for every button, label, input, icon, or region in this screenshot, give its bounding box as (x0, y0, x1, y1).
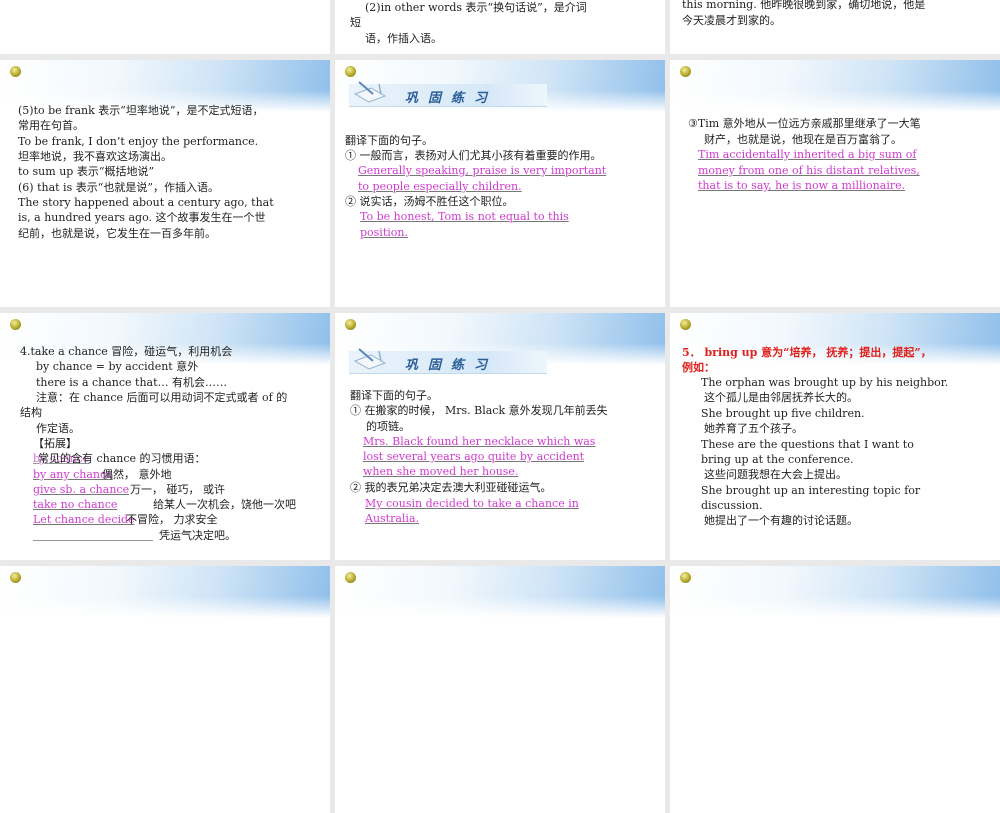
text-line: 【拓展】 (33, 437, 77, 450)
text-line: 常用在句首。 (18, 119, 84, 132)
text-line: 万一， 碰巧， 或许 (130, 483, 225, 496)
text-line: These are the questions that I want to (701, 438, 914, 451)
gold-bullet-icon (680, 66, 691, 77)
text-line: 的项链。 (366, 420, 410, 433)
gold-bullet-icon (680, 572, 691, 583)
answer-line: To be honest, Tom is not equal to this (360, 210, 569, 223)
gold-bullet-icon (345, 572, 356, 583)
text-line: 语，作插入语。 (365, 32, 442, 45)
text-line: 翻译下面的句子。 (345, 134, 433, 147)
gold-bullet-icon (10, 572, 21, 583)
text-line: 结构 (20, 406, 42, 419)
text-line: 今天凌晨才到家的。 (682, 14, 781, 27)
gold-bullet-icon (680, 319, 691, 330)
text-line: discussion. (701, 499, 763, 512)
text-line: ② 说实话，汤姆不胜任这个职位。 (345, 195, 514, 208)
text-line: 纪前，也就是说，它发生在一百多年前。 (18, 227, 216, 240)
text-line: 她提出了一个有趣的讨论话题。 (704, 514, 858, 527)
text-line: 给某人一次机会，饶他一次吧 (153, 498, 296, 511)
text-line: 偶然， 意外地 (102, 468, 172, 481)
blank-line (33, 528, 153, 541)
text-line: 常见的含有 chance 的习惯用语： (38, 452, 206, 465)
text-line: 这些问题我想在大会上提出。 (704, 468, 847, 481)
notebook-pen-icon (353, 81, 387, 103)
answer-line: Australia. (365, 512, 420, 525)
answer-line: take no chance (33, 498, 118, 511)
text-line: 她养育了五个孩子。 (704, 422, 803, 435)
slide-header-gradient (335, 566, 665, 618)
text-line: She brought up five children. (701, 407, 865, 420)
slide-thumbnail-top-1[interactable] (0, 0, 330, 54)
notebook-pen-icon (353, 348, 387, 370)
text-line: 注意：在 chance 后面可以用动词不定式或者 of 的 (36, 391, 288, 404)
text-line: to sum up 表示“概括地说” (18, 165, 155, 178)
text-line: The story happened about a century ago, … (18, 196, 274, 209)
text-line: ② 我的表兄弟决定去澳大利亚碰碰运气。 (350, 481, 552, 494)
heading-line: 5． bring up 意为“培养， 抚养；提出，提起”， (682, 346, 932, 359)
text-line: ③Tim 意外地从一位远方亲戚那里继承了一大笔 (688, 117, 921, 130)
gold-bullet-icon (10, 319, 21, 330)
text-line: 财产，也就是说，他现在是百万富翁了。 (704, 133, 902, 146)
slide-thumbnail-next-1[interactable] (0, 566, 330, 813)
slide-thumbnail-bring-up[interactable]: 5． bring up 意为“培养， 抚养；提出，提起”， 例如： The or… (670, 313, 1000, 560)
slide-thumbnail-next-3[interactable] (670, 566, 1000, 813)
text-line: 4.take a chance 冒险，碰运气，利用机会 (20, 345, 233, 358)
answer-line: My cousin decided to take a chance in (365, 497, 579, 510)
text-line: (6) that is 表示“也就是说”，作插入语。 (18, 181, 219, 194)
slide-header-gradient (670, 60, 1000, 112)
answer-line: Let chance decide (33, 513, 135, 526)
answer-line: position. (360, 226, 408, 239)
slide-thumbnail-frank[interactable]: (5)to be frank 表示“坦率地说”，是不定式短语， 常用在句首。 T… (0, 60, 330, 307)
slide-thumbnail-chance[interactable]: 4.take a chance 冒险，碰运气，利用机会 by chance = … (0, 313, 330, 560)
text-line: (5)to be frank 表示“坦率地说”，是不定式短语， (18, 104, 264, 117)
text-line: bring up at the conference. (701, 453, 854, 466)
text-line: To be frank, I don’t enjoy the performan… (18, 135, 259, 148)
answer-line: money from one of his distant relatives, (698, 164, 920, 177)
slide-header-gradient (0, 566, 330, 618)
banner-title: 巩固练习 (405, 358, 498, 373)
text-line: is, a hundred years ago. 这个故事发生在一个世 (18, 211, 266, 224)
gold-bullet-icon (345, 66, 356, 77)
text-line: (2)in other words 表示“换句话说”，是介词 (365, 1, 587, 14)
slide-header-gradient (670, 566, 1000, 618)
text-line: The orphan was brought up by his neighbo… (701, 376, 949, 389)
heading-line: 例如： (682, 361, 715, 374)
slide-thumbnail-practice-1[interactable]: 巩固练习 翻译下面的句子。 ① 一般而言，表扬对人们尤其小孩有着重要的作用。 G… (335, 60, 665, 307)
gold-bullet-icon (10, 66, 21, 77)
gold-bullet-icon (345, 319, 356, 330)
text-line: 这个孤儿是由邻居抚养长大的。 (704, 391, 858, 404)
slide-thumbnail-next-2[interactable] (335, 566, 665, 813)
text-line: 翻译下面的句子。 (350, 389, 438, 402)
slide-thumbnail-tim[interactable]: ③Tim 意外地从一位远方亲戚那里继承了一大笔 财产，也就是说，他现在是百万富翁… (670, 60, 1000, 307)
answer-line: by any chance (33, 468, 113, 481)
answer-line: Mrs. Black found her necklace which was (363, 435, 596, 448)
answer-line: that is to say, he is now a millionaire. (698, 179, 906, 192)
banner-title: 巩固练习 (405, 91, 498, 106)
answer-line: give sb. a chance (33, 483, 130, 496)
text-line: 凭运气决定吧。 (159, 529, 236, 542)
text-line: there is a chance that… 有机会…… (36, 376, 228, 389)
answer-line: lost several years ago quite by accident (363, 450, 585, 463)
answer-line: Tim accidentally inherited a big sum of (698, 148, 917, 161)
text-line: 坦率地说，我不喜欢这场演出。 (18, 150, 172, 163)
answer-line: to people especially children. (358, 180, 522, 193)
text-line: by chance = by accident 意外 (36, 360, 199, 373)
text-line: 不冒险， 力求安全 (126, 513, 218, 526)
text-line: ① 在搬家的时候， Mrs. Black 意外发现几年前丢失 (350, 404, 608, 417)
practice-banner: 巩固练习 (349, 348, 547, 374)
slide-thumbnail-top-3[interactable]: this morning. 他昨晚很晚到家，确切地说，他是 今天凌晨才到家的。 (670, 0, 1000, 54)
text-line: this morning. 他昨晚很晚到家，确切地说，他是 (682, 0, 926, 11)
answer-line: Generally speaking, praise is very impor… (358, 164, 607, 177)
text-line: ① 一般而言，表扬对人们尤其小孩有着重要的作用。 (345, 149, 602, 162)
slide-thumbnail-practice-2[interactable]: 巩固练习 翻译下面的句子。 ① 在搬家的时候， Mrs. Black 意外发现几… (335, 313, 665, 560)
slide-thumbnail-top-2[interactable]: (2)in other words 表示“换句话说”，是介词 短 语，作插入语。 (335, 0, 665, 54)
text-line: 短 (350, 16, 361, 29)
text-line: She brought up an interesting topic for (701, 484, 921, 497)
answer-line: when she moved her house. (363, 465, 519, 478)
practice-banner: 巩固练习 (349, 81, 547, 107)
text-line: 作定语。 (36, 422, 80, 435)
